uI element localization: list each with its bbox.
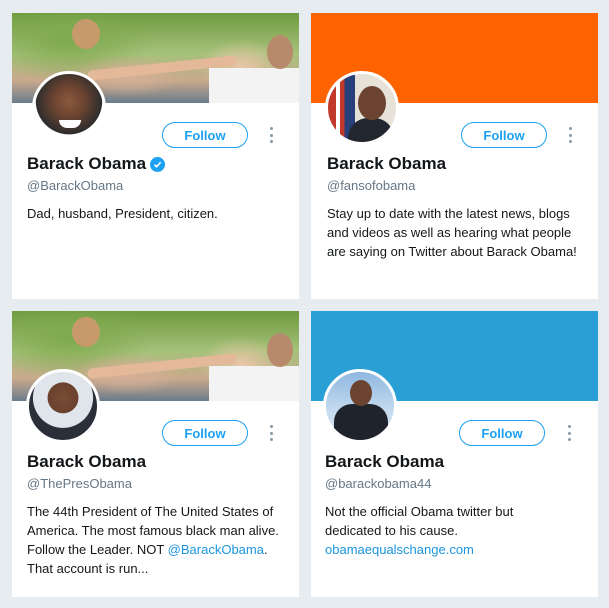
profile-name[interactable]: Barack Obama bbox=[327, 154, 446, 174]
profile-handle[interactable]: @barackobama44 bbox=[325, 476, 431, 491]
follow-button[interactable]: Follow bbox=[162, 122, 248, 148]
mention-link[interactable]: @BarackObama bbox=[168, 542, 264, 557]
profile-handle[interactable]: @fansofobama bbox=[327, 178, 415, 193]
profile-name[interactable]: Barack Obama bbox=[325, 452, 444, 472]
follow-button[interactable]: Follow bbox=[461, 122, 547, 148]
profile-website-link[interactable]: obamaequalschange.com bbox=[325, 540, 474, 559]
follow-button[interactable]: Follow bbox=[162, 420, 248, 446]
profile-handle[interactable]: @BarackObama bbox=[27, 178, 123, 193]
verified-badge-icon bbox=[150, 156, 166, 172]
profile-bio: The 44th President of The United States … bbox=[27, 504, 279, 576]
avatar[interactable] bbox=[32, 71, 106, 145]
avatar[interactable] bbox=[323, 369, 397, 443]
avatar[interactable] bbox=[325, 71, 399, 145]
profile-name[interactable]: Barack Obama bbox=[27, 154, 166, 174]
profile-bio: Not the official Obama twitter but dedic… bbox=[325, 504, 514, 538]
more-options-icon[interactable] bbox=[568, 127, 572, 143]
profile-bio: Dad, husband, President, citizen. bbox=[27, 206, 218, 221]
more-options-icon[interactable] bbox=[269, 425, 273, 441]
profile-name[interactable]: Barack Obama bbox=[27, 452, 146, 472]
profile-card: Follow Barack Obama @ThePresObama The 44… bbox=[12, 311, 299, 597]
profile-card: Follow Barack Obama @fansofobama Stay up… bbox=[311, 13, 598, 299]
profile-handle[interactable]: @ThePresObama bbox=[27, 476, 132, 491]
more-options-icon[interactable] bbox=[269, 127, 273, 143]
follow-button[interactable]: Follow bbox=[459, 420, 545, 446]
profile-card: Follow Barack Obama @BarackObama Dad, hu… bbox=[12, 13, 299, 299]
profile-bio: Stay up to date with the latest news, bl… bbox=[327, 206, 577, 259]
profile-card: Follow Barack Obama @barackobama44 Not t… bbox=[311, 311, 598, 597]
more-options-icon[interactable] bbox=[567, 425, 571, 441]
avatar[interactable] bbox=[26, 369, 100, 443]
